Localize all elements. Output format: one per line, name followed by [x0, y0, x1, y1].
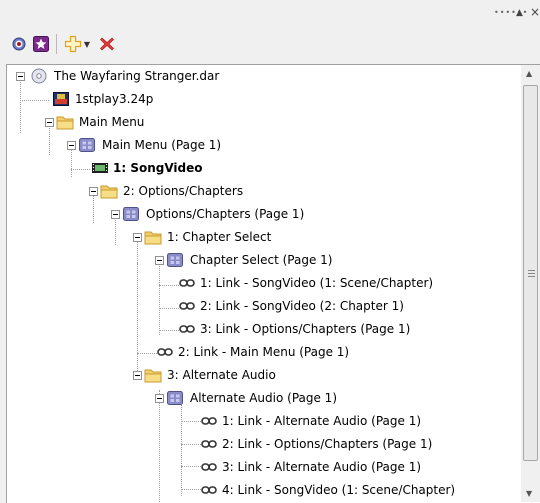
link-icon [201, 463, 217, 471]
folder-icon [56, 116, 74, 130]
tree-connector [71, 169, 90, 170]
disc-icon [31, 68, 47, 84]
link-icon [179, 302, 195, 310]
page-icon [167, 391, 183, 405]
link-icon [157, 348, 173, 356]
tree-item-label: 1: Link - Alternate Audio (Page 1) [222, 414, 422, 428]
tree-item-label: 3: Link - Alternate Audio (Page 1) [222, 460, 422, 474]
collapse-toggle[interactable] [67, 141, 76, 150]
star-button[interactable] [32, 28, 50, 60]
link-icon [201, 486, 217, 494]
scroll-down-arrow[interactable]: ▼ [526, 489, 532, 498]
tree-item-label: Options/Chapters (Page 1) [146, 207, 305, 221]
tree-connector [159, 285, 179, 286]
tree-connector [181, 489, 201, 490]
add-icon [64, 35, 82, 53]
page-icon [167, 253, 183, 267]
delete-button[interactable] [98, 28, 116, 60]
tree-connector [115, 217, 116, 245]
tree-connector [181, 401, 182, 496]
tree-connector [49, 126, 50, 155]
tree-item-label: The Wayfaring Stranger.dar [54, 69, 220, 83]
panel-header: •••••• ▲ × [0, 0, 540, 28]
scroll-thumb[interactable] [523, 85, 538, 461]
tree-item-label: 1stplay3.24p [75, 92, 154, 106]
tree-connector [159, 308, 179, 309]
tree-connector [159, 263, 160, 335]
collapse-toggle[interactable] [133, 233, 142, 242]
tree-item-label: 3: Link - Options/Chapters (Page 1) [200, 322, 411, 336]
tree-connector [20, 100, 49, 101]
collapse-toggle[interactable] [155, 256, 164, 265]
tree-connector [181, 421, 201, 422]
add-dropdown-button[interactable]: ▼ [62, 28, 92, 60]
link-icon [201, 417, 217, 425]
tree-item-label: 3: Alternate Audio [167, 368, 276, 382]
tree-item-label: 1: Chapter Select [167, 230, 272, 244]
tree-connector [181, 466, 201, 467]
tree-connector [159, 390, 160, 502]
tree-item-label: Main Menu [79, 115, 145, 129]
collapse-toggle[interactable] [45, 118, 54, 127]
pin-button[interactable]: ▲ [516, 8, 523, 18]
tree-connector [93, 195, 94, 223]
collapse-toggle[interactable] [111, 210, 120, 219]
tree-connector [137, 263, 138, 375]
scroll-up-arrow[interactable]: ▲ [526, 69, 532, 78]
tree-item-label: 1: Link - SongVideo (1: Scene/Chapter) [200, 276, 434, 290]
toolbar-separator [56, 34, 57, 54]
folder-icon [144, 369, 162, 383]
tree-connector [181, 444, 201, 445]
collapse-toggle[interactable] [16, 72, 25, 81]
tree-item-label: 4: Link - SongVideo (1: Scene/Chapter) [222, 483, 456, 497]
tree-item-label: Main Menu (Page 1) [102, 138, 222, 152]
page-icon [123, 207, 139, 221]
thumb-grip [528, 270, 535, 279]
tree-item-label: 2: Link - Main Menu (Page 1) [178, 345, 350, 359]
image-icon [53, 92, 69, 106]
link-icon [179, 279, 195, 287]
link-icon [179, 325, 195, 333]
collapse-toggle[interactable] [133, 371, 142, 380]
tree-connector [137, 353, 157, 354]
delete-icon [100, 37, 114, 51]
collapse-toggle[interactable] [89, 187, 98, 196]
star-icon [33, 36, 49, 52]
target-button[interactable] [10, 28, 28, 60]
close-button[interactable]: × [530, 5, 540, 19]
tree-item-label: 2: Link - Options/Chapters (Page 1) [222, 437, 433, 451]
folder-icon [144, 231, 162, 245]
vertical-scrollbar[interactable]: ▲ ▼ [521, 65, 540, 502]
tree-connector [159, 330, 179, 331]
project-tree[interactable]: The Wayfaring Stranger.dar 1stplay3.24p … [6, 64, 540, 503]
collapse-toggle[interactable] [155, 394, 164, 403]
tree-item-label: 2: Options/Chapters [123, 184, 244, 198]
tree-item-label: 2: Link - SongVideo (2: Chapter 1) [200, 299, 404, 313]
chevron-down-icon: ▼ [83, 39, 91, 49]
tree-item-label: Chapter Select (Page 1) [190, 253, 333, 267]
target-icon [12, 37, 26, 51]
tree-connector [20, 80, 21, 133]
page-icon [79, 138, 95, 152]
tree-item-label: 1: SongVideo [113, 161, 203, 175]
tree-connector [71, 149, 72, 177]
film-icon [92, 163, 108, 173]
link-icon [201, 440, 217, 448]
toolbar: ▼ [0, 28, 540, 60]
folder-icon [100, 185, 118, 199]
tree-item-label: Alternate Audio (Page 1) [190, 391, 337, 405]
drag-grip[interactable]: •••••• [494, 8, 528, 17]
